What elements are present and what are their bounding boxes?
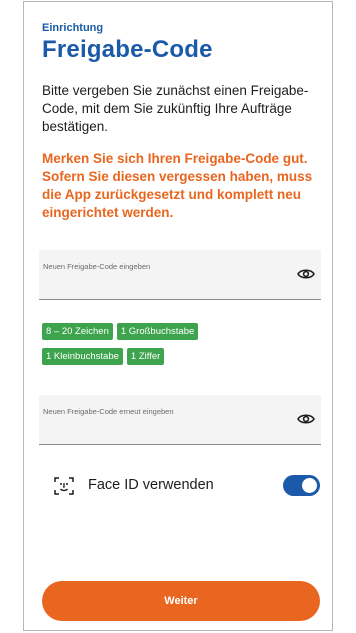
requirement-chip: 1 Kleinbuchstabe bbox=[42, 348, 123, 365]
section-kicker: Einrichtung bbox=[42, 22, 104, 34]
requirement-chips: 8 – 20 Zeichen 1 Großbuchstabe 1 Kleinbuc… bbox=[42, 321, 312, 371]
eye-icon[interactable] bbox=[297, 268, 315, 280]
eye-icon[interactable] bbox=[297, 413, 315, 425]
face-id-toggle[interactable] bbox=[283, 475, 320, 496]
requirement-chip: 1 Ziffer bbox=[126, 348, 165, 365]
requirement-chip: 1 Großbuchstabe bbox=[116, 323, 199, 340]
new-code-placeholder: Neuen Freigabe-Code eingeben bbox=[43, 262, 151, 271]
repeat-code-placeholder: Neuen Freigabe-Code erneut eingeben bbox=[43, 407, 174, 416]
repeat-code-field[interactable]: Neuen Freigabe-Code erneut eingeben bbox=[39, 395, 321, 445]
requirement-chip: 8 – 20 Zeichen bbox=[42, 323, 113, 340]
face-id-row: Face ID verwenden bbox=[54, 474, 320, 498]
toggle-knob bbox=[302, 478, 317, 493]
face-id-icon bbox=[54, 477, 74, 495]
app-screen: Einrichtung Freigabe-Code Bitte vergeben… bbox=[23, 1, 333, 631]
new-code-field[interactable]: Neuen Freigabe-Code eingeben bbox=[39, 250, 321, 300]
page-title: Freigabe-Code bbox=[42, 36, 213, 63]
face-id-label: Face ID verwenden bbox=[88, 477, 214, 493]
continue-button[interactable]: Weiter bbox=[42, 581, 320, 621]
intro-text: Bitte vergeben Sie zunächst einen Freiga… bbox=[42, 83, 309, 134]
warning-text: Merken Sie sich Ihren Freigabe-Code gut.… bbox=[42, 151, 313, 220]
